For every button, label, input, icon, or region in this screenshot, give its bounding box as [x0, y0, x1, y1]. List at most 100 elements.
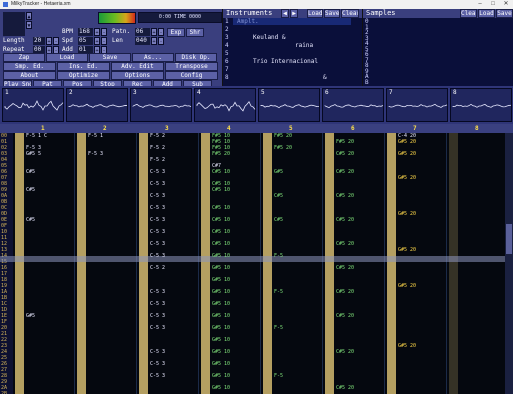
pattern-note: F-5: [274, 253, 284, 259]
pattern-channel-2[interactable]: [75, 133, 137, 394]
pattern-channel-7[interactable]: [385, 133, 447, 394]
instrument-number: 6: [225, 58, 229, 65]
menu-button-load[interactable]: Load: [46, 53, 88, 62]
volume-column: [139, 133, 148, 394]
pattern-channel-3[interactable]: [137, 133, 199, 394]
menu-button-as[interactable]: As...: [132, 53, 174, 62]
sample-clear-button[interactable]: Clear: [460, 9, 477, 18]
speed-minus-button[interactable]: -: [101, 37, 107, 45]
pattern-note: F-5 3: [88, 151, 104, 157]
pattern-note: F-5: [274, 373, 284, 379]
close-button[interactable]: ✕: [500, 0, 512, 9]
instr-next-button[interactable]: ▶: [290, 9, 298, 18]
sample-load-button[interactable]: Load: [478, 9, 495, 18]
sample-list[interactable]: 0123456789AB: [363, 18, 513, 86]
channel-number: 8: [475, 125, 479, 132]
pattern-note: C#5: [26, 187, 36, 193]
pattern-note: G#5: [274, 169, 284, 175]
order-up-button[interactable]: ▲: [26, 12, 32, 20]
len-plus-button[interactable]: +: [151, 37, 157, 45]
instr-load-button[interactable]: Load: [307, 9, 323, 18]
pattern-minus-button[interactable]: -: [158, 28, 164, 36]
order-down-button[interactable]: ▼: [26, 21, 32, 29]
menu-button-transpose[interactable]: Transpose: [165, 62, 218, 71]
pattern-note: C-5 3: [150, 229, 166, 235]
pattern-note: C#5 10: [212, 241, 231, 247]
pattern-note: C-5 3: [150, 349, 166, 355]
pattern-note: C#5 20: [336, 169, 355, 175]
channel-scope-4[interactable]: 4: [194, 88, 256, 122]
time-display: 0:00 TIME 0000: [138, 12, 222, 23]
pattern-note: C#5 10: [212, 205, 231, 211]
menu-button-options[interactable]: Options: [111, 71, 164, 80]
shrink-button[interactable]: Shr: [186, 28, 204, 37]
minimize-button[interactable]: –: [474, 0, 486, 9]
length-plus-button[interactable]: +: [46, 37, 52, 45]
instr-clear-button[interactable]: Clear: [341, 9, 359, 18]
pattern-note: C#5 10: [212, 187, 231, 193]
instr-prev-button[interactable]: ◀: [281, 9, 289, 18]
instruments-panel: Instruments ◀ ▶ Load Save Clear 1Amplt.2…: [222, 9, 363, 86]
pattern-note: F#5 20: [336, 139, 355, 145]
volume-column: [325, 133, 334, 394]
maximize-button[interactable]: □: [487, 0, 499, 9]
channel-scope-3[interactable]: 3: [130, 88, 192, 122]
channel-scope-1[interactable]: 1: [2, 88, 64, 122]
pattern-channel-5[interactable]: [261, 133, 323, 394]
pattern-scrollbar-thumb[interactable]: [506, 224, 512, 254]
pattern-note: F-5: [274, 289, 284, 295]
pattern-note: G#5 20: [398, 211, 417, 217]
instrument-number: 7: [225, 66, 229, 73]
pattern-note: C-5 3: [150, 205, 166, 211]
order-list[interactable]: [3, 12, 25, 36]
channel-number: 6: [351, 125, 355, 132]
pattern-note: C#5 20: [336, 313, 355, 319]
bpm-plus-button[interactable]: +: [94, 28, 100, 36]
pattern-note: G#5 20: [398, 247, 417, 253]
channel-scope-8[interactable]: 8: [450, 88, 512, 122]
app-icon: [3, 2, 8, 7]
instr-save-button[interactable]: Save: [324, 9, 340, 18]
channel-scope-5[interactable]: 5: [258, 88, 320, 122]
menu-button-about[interactable]: About: [3, 71, 56, 80]
menu-button-config[interactable]: Config: [165, 71, 218, 80]
pattern-note: C#5 20: [336, 289, 355, 295]
len-label: Len: [112, 37, 123, 44]
bpm-minus-button[interactable]: -: [101, 28, 107, 36]
pattern-scrollbar[interactable]: [505, 133, 513, 394]
sample-save-button[interactable]: Save: [496, 9, 513, 18]
scope-waveform: [196, 101, 256, 112]
pattern-channel-1[interactable]: [13, 133, 75, 394]
menu-button-save[interactable]: Save: [89, 53, 131, 62]
menu-button-ins-ed[interactable]: Ins. Ed.: [57, 62, 110, 71]
pattern-note: C-5 3: [150, 241, 166, 247]
selected-instrument-bar: [233, 18, 351, 25]
volume-column: [77, 133, 86, 394]
channel-scope-7[interactable]: 7: [386, 88, 448, 122]
len-minus-button[interactable]: -: [158, 37, 164, 45]
pattern-note: G#5 10: [212, 361, 231, 367]
channel-number: 4: [227, 125, 231, 132]
pattern-editor[interactable]: 1 2 3 4 5 6 7 8 00 01 02 03 04 05 06 07 08 09 0A 0B 0C 0D 0E 0…: [0, 124, 513, 394]
menu-button-zap[interactable]: Zap: [3, 53, 45, 62]
bpm-value: 168: [78, 28, 93, 36]
pattern-channel-8[interactable]: [447, 133, 509, 394]
channel-scope-6[interactable]: 6: [322, 88, 384, 122]
channel-scope-2[interactable]: 2: [66, 88, 128, 122]
pattern-note: F-5 2: [150, 145, 166, 151]
pattern-note: C-5 3: [150, 373, 166, 379]
menu-button-adv-edit[interactable]: Adv. Edit: [111, 62, 164, 71]
menu-button-disk-op[interactable]: Disk Op.: [175, 53, 217, 62]
pattern-note: G#5 10: [212, 301, 231, 307]
menu-button-smp-ed[interactable]: Smp. Ed.: [3, 62, 56, 71]
menu-button-optimize[interactable]: Optimize: [57, 71, 110, 80]
pattern-plus-button[interactable]: +: [151, 28, 157, 36]
pattern-note: G#5 20: [398, 175, 417, 181]
expand-button[interactable]: Exp: [167, 28, 185, 37]
tracker-window: MilkyTracker - Hetaeria.xm – □ ✕ ▲ ▼ Len…: [0, 0, 513, 394]
length-minus-button[interactable]: -: [53, 37, 59, 45]
pattern-note: F-5 1 C: [26, 133, 48, 139]
speed-plus-button[interactable]: +: [94, 37, 100, 45]
channel-number: 2: [103, 125, 107, 132]
instrument-list[interactable]: 1Amplt.23Keuland &4raina56Trio Internaci…: [223, 18, 363, 86]
